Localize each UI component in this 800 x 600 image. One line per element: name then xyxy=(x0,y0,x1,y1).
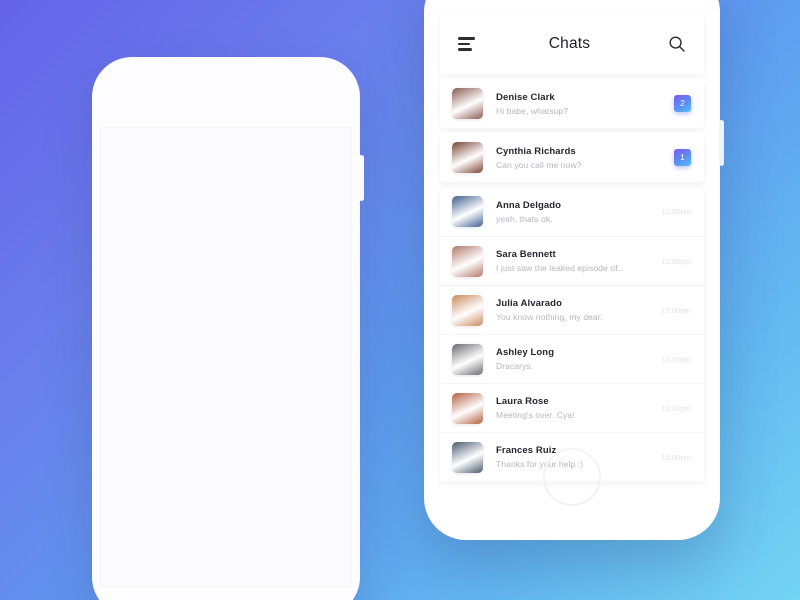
left-phone-side-button[interactable] xyxy=(359,155,364,201)
right-phone-mockup: Chats Denise Clark Hi babe, whatsup? 2 Cynt… xyxy=(424,0,724,540)
chat-list-item[interactable]: Cynthia Richards Can you call me now? 1 xyxy=(440,133,704,182)
page-title: Chats xyxy=(548,35,591,52)
avatar xyxy=(452,142,483,173)
app-header: Chats xyxy=(440,14,704,74)
message-timestamp: 12:00pm xyxy=(661,452,691,462)
message-preview: Dracarys. xyxy=(496,361,534,371)
message-preview: Hi babe, whatsup? xyxy=(496,105,569,116)
chats-app: Chats Denise Clark Hi babe, whatsup? 2 Cynt… xyxy=(440,14,704,486)
chat-list-item[interactable]: Sara Bennett I just saw the leaked episod… xyxy=(440,236,704,285)
chat-card: Denise Clark Hi babe, whatsup? 2 xyxy=(440,79,704,128)
message-timestamp: 12:00pm xyxy=(661,403,691,413)
chat-meta: Cynthia Richards Can you call me now? xyxy=(496,146,668,170)
avatar xyxy=(452,392,483,424)
avatar xyxy=(452,294,483,326)
contact-name: Sara Bennett xyxy=(496,249,556,260)
right-phone-side-button[interactable] xyxy=(719,120,724,166)
search-icon[interactable] xyxy=(668,35,686,53)
chat-meta: Julia Alvarado You know nothing, my dear. xyxy=(496,298,655,322)
chat-card: Cynthia Richards Can you call me now? 1 xyxy=(440,133,704,182)
chat-meta: Laura Rose Meeting's over. Cya! xyxy=(496,396,655,420)
contact-name: Cynthia Richards xyxy=(496,145,576,157)
chat-list: Denise Clark Hi babe, whatsup? 2 Cynthia Ri… xyxy=(440,79,704,481)
chat-list-item[interactable]: Ashley Long Dracarys. 12:00pm xyxy=(440,334,704,383)
chat-list-item[interactable]: Anna Delgado yeah, thats ok. 12:00pm xyxy=(440,187,704,236)
message-preview: You know nothing, my dear. xyxy=(496,312,603,322)
chat-meta: Anna Delgado yeah, thats ok. xyxy=(496,200,655,224)
chat-list-item[interactable]: Laura Rose Meeting's over. Cya! 12:00pm xyxy=(440,383,704,432)
chat-meta: Sara Bennett I just saw the leaked episod… xyxy=(496,249,655,273)
message-timestamp: 12:00pm xyxy=(661,305,691,315)
avatar xyxy=(452,245,483,277)
chat-meta: Denise Clark Hi babe, whatsup? xyxy=(496,92,668,116)
avatar xyxy=(452,196,483,227)
chat-meta: Ashley Long Dracarys. xyxy=(496,347,655,371)
avatar xyxy=(452,88,483,119)
contact-name: Anna Delgado xyxy=(496,199,562,211)
contact-name: Julia Alvarado xyxy=(496,298,562,309)
right-phone-home-button[interactable] xyxy=(543,448,601,506)
message-timestamp: 12:00pm xyxy=(661,207,691,216)
contact-name: Denise Clark xyxy=(496,91,555,103)
left-phone-screen xyxy=(100,127,352,587)
message-preview: yeah, thats ok. xyxy=(496,213,553,224)
unread-badge: 1 xyxy=(674,149,691,166)
message-preview: I just saw the leaked episode of.. xyxy=(496,263,623,273)
message-timestamp: 12:00pm xyxy=(661,354,691,364)
chat-card: Anna Delgado yeah, thats ok. 12:00pm Sara B… xyxy=(440,187,704,481)
contact-name: Ashley Long xyxy=(496,347,555,358)
left-phone-mockup xyxy=(92,57,364,600)
avatar xyxy=(452,441,483,473)
chat-list-item[interactable]: Denise Clark Hi babe, whatsup? 2 xyxy=(440,79,704,128)
message-preview: Meeting's over. Cya! xyxy=(496,410,575,420)
contact-name: Laura Rose xyxy=(496,396,549,407)
chat-list-item[interactable]: Julia Alvarado You know nothing, my dear.… xyxy=(440,285,704,334)
message-timestamp: 12:00pm xyxy=(661,256,691,266)
message-preview: Can you call me now? xyxy=(496,159,582,170)
avatar xyxy=(452,343,483,375)
unread-badge: 2 xyxy=(674,95,691,112)
